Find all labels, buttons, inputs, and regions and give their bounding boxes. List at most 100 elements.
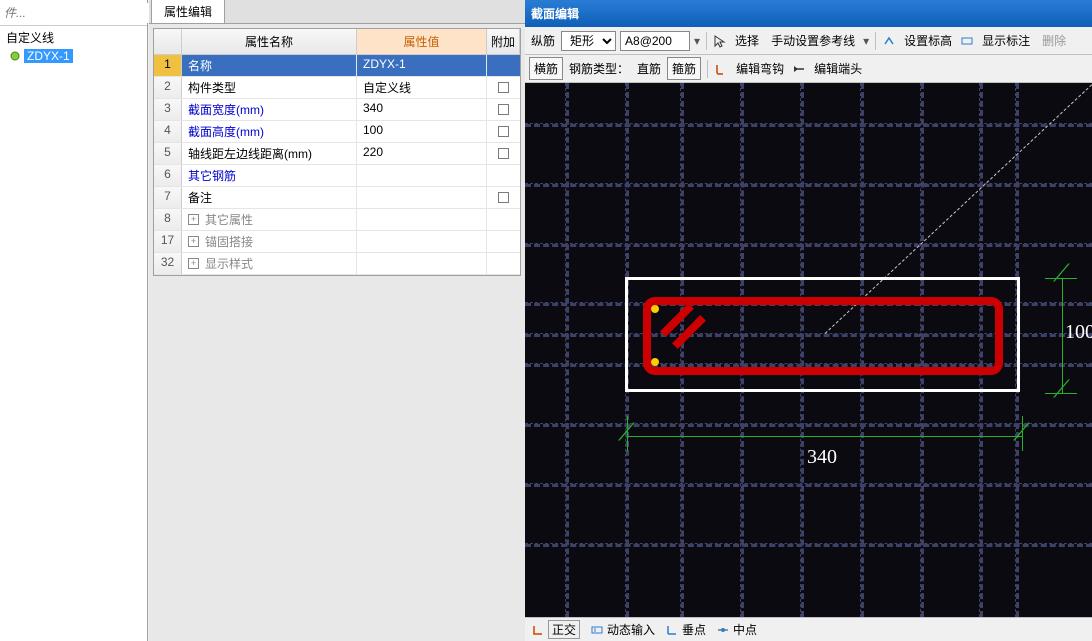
checkbox[interactable]	[498, 104, 509, 115]
rebar-spec-input[interactable]	[620, 31, 690, 51]
property-row-expandable[interactable]: 17 +锚固搭接	[154, 231, 520, 253]
search-input[interactable]	[0, 3, 165, 23]
property-name: +显示样式	[182, 253, 357, 274]
property-value[interactable]: 340	[357, 99, 487, 120]
property-add[interactable]	[487, 121, 520, 142]
property-value[interactable]: 自定义线	[357, 77, 487, 98]
property-tab-bar: 属性编辑	[149, 0, 525, 24]
row-number: 32	[154, 253, 182, 274]
checkbox[interactable]	[498, 126, 509, 137]
midpoint-icon	[716, 623, 730, 637]
drawing-canvas[interactable]: ⟋ ⟋ 340 ⟋ ⟋ 100	[525, 83, 1092, 617]
edit-hook-button[interactable]: 编辑弯钩	[732, 58, 788, 79]
component-tree: 自定义线 ZDYX-1	[0, 26, 147, 65]
manual-ref-line-button[interactable]: 手动设置参考线	[767, 30, 859, 51]
show-label-button[interactable]: 显示标注	[978, 30, 1034, 51]
rebar-point[interactable]	[651, 358, 659, 366]
property-row[interactable]: 7 备注	[154, 187, 520, 209]
left-sidebar: 自定义线 ZDYX-1	[0, 0, 148, 641]
property-row[interactable]: 2 构件类型 自定义线	[154, 77, 520, 99]
property-row[interactable]: 6 其它钢筋	[154, 165, 520, 187]
tab-property-edit[interactable]: 属性编辑	[151, 0, 225, 23]
elevation-icon	[882, 34, 896, 48]
shape-select[interactable]: 矩形	[561, 31, 616, 51]
expand-icon[interactable]: +	[188, 258, 199, 269]
section-toolbar-1: 纵筋 矩形 ▾ 选择 手动设置参考线 ▾ 设置标高 显示标注 删除	[525, 27, 1092, 55]
row-number: 1	[154, 55, 182, 76]
label-longitudinal: 纵筋	[529, 32, 557, 49]
dimension-line-width	[627, 436, 1022, 437]
dyn-input-icon	[590, 623, 604, 637]
section-editor-panel: 截面编辑 纵筋 矩形 ▾ 选择 手动设置参考线 ▾ 设置标高 显示标注 删除 横…	[525, 0, 1092, 641]
tree-root-label[interactable]: 自定义线	[4, 28, 143, 47]
component-icon	[8, 49, 22, 63]
tree-item-label: ZDYX-1	[24, 49, 73, 63]
set-elevation-button[interactable]: 设置标高	[900, 30, 956, 51]
label-icon	[960, 34, 974, 48]
perp-icon	[665, 623, 679, 637]
status-dynamic-input[interactable]: 动态输入	[590, 621, 655, 638]
expand-icon[interactable]: +	[188, 214, 199, 225]
property-row[interactable]: 4 截面高度(mm) 100	[154, 121, 520, 143]
property-add[interactable]	[487, 187, 520, 208]
checkbox[interactable]	[498, 148, 509, 159]
property-name: 截面宽度(mm)	[182, 99, 357, 120]
property-value	[357, 253, 487, 274]
property-value[interactable]	[357, 165, 487, 186]
dropdown-arrow-icon[interactable]: ▾	[863, 34, 869, 48]
col-header-num	[154, 29, 182, 54]
property-row[interactable]: 3 截面宽度(mm) 340	[154, 99, 520, 121]
property-value[interactable]	[357, 187, 487, 208]
dim-tick: ⟋	[1053, 376, 1070, 404]
property-value	[357, 231, 487, 252]
property-add[interactable]	[487, 55, 520, 76]
rebar-point[interactable]	[651, 305, 659, 313]
property-row[interactable]: 5 轴线距左边线距离(mm) 220	[154, 143, 520, 165]
col-header-name[interactable]: 属性名称	[182, 29, 357, 54]
property-table-header: 属性名称 属性值 附加	[154, 29, 520, 55]
property-add[interactable]	[487, 99, 520, 120]
property-name: 构件类型	[182, 77, 357, 98]
property-name: 名称	[182, 55, 357, 76]
stirrup-button[interactable]: 箍筋	[667, 57, 701, 80]
endpoint-icon	[792, 62, 806, 76]
property-row-expandable[interactable]: 8 +其它属性	[154, 209, 520, 231]
expand-icon[interactable]: +	[188, 236, 199, 247]
row-number: 3	[154, 99, 182, 120]
edit-endpoint-button[interactable]: 编辑端头	[810, 58, 866, 79]
dimension-height: 100	[1065, 321, 1092, 344]
property-add[interactable]	[487, 165, 520, 186]
horizontal-rebar-button[interactable]: 横筋	[529, 57, 563, 80]
property-add[interactable]	[487, 143, 520, 164]
property-name: 轴线距左边线距离(mm)	[182, 143, 357, 164]
property-row[interactable]: 1 名称 ZDYX-1	[154, 55, 520, 77]
property-add[interactable]	[487, 77, 520, 98]
property-add	[487, 253, 520, 274]
row-number: 6	[154, 165, 182, 186]
property-name: 其它钢筋	[182, 165, 357, 186]
status-mid-snap[interactable]: 中点	[716, 621, 757, 638]
stirrup[interactable]	[643, 297, 1003, 375]
tree-item-zdyx1[interactable]: ZDYX-1	[8, 49, 143, 63]
property-add	[487, 231, 520, 252]
dropdown-arrow-icon[interactable]: ▾	[694, 34, 700, 48]
status-perp-snap[interactable]: 垂点	[665, 621, 706, 638]
dimension-width: 340	[807, 446, 837, 469]
ortho-icon	[531, 623, 545, 637]
row-number: 5	[154, 143, 182, 164]
property-value[interactable]: 220	[357, 143, 487, 164]
property-value[interactable]: ZDYX-1	[357, 55, 487, 76]
checkbox[interactable]	[498, 192, 509, 203]
row-number: 17	[154, 231, 182, 252]
toolbar-separator	[875, 32, 876, 50]
row-number: 4	[154, 121, 182, 142]
col-header-value[interactable]: 属性值	[357, 29, 487, 54]
checkbox[interactable]	[498, 82, 509, 93]
property-row-expandable[interactable]: 32 +显示样式	[154, 253, 520, 275]
col-header-add[interactable]: 附加	[487, 29, 520, 54]
delete-button[interactable]: 删除	[1038, 30, 1070, 51]
section-toolbar-2: 横筋 钢筋类型： 直筋 箍筋 编辑弯钩 编辑端头	[525, 55, 1092, 83]
select-button[interactable]: 选择	[731, 30, 763, 51]
status-ortho[interactable]: 正交	[531, 620, 580, 639]
property-value[interactable]: 100	[357, 121, 487, 142]
